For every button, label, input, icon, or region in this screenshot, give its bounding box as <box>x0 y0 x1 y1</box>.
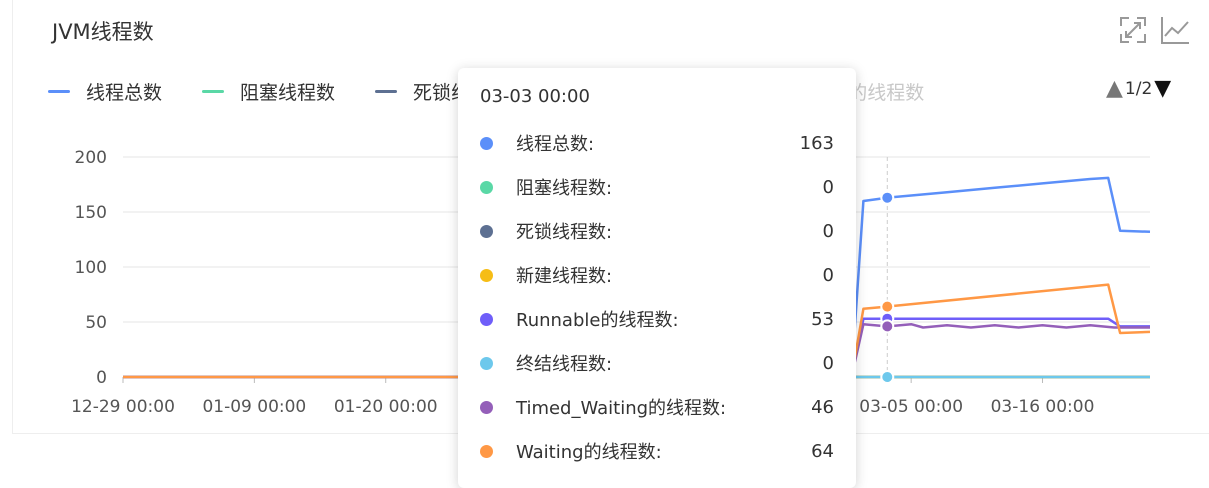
tooltip-series-dot <box>480 444 493 458</box>
tooltip-series-name: 死锁线程数: <box>516 222 613 243</box>
y-tick-label: 100 <box>75 258 107 278</box>
tooltip-row: Timed_Waiting的线程数: 46 <box>480 385 834 429</box>
tooltip-row: 新建线程数: 0 <box>480 253 834 297</box>
crosshair-marker <box>880 370 895 384</box>
tooltip-row: 线程总数: 163 <box>480 121 834 165</box>
tooltip-row: 终结线程数: 0 <box>480 341 834 385</box>
tooltip-series-dot <box>480 268 493 282</box>
tooltip-series-dot <box>480 312 493 326</box>
tooltip-series-value: 46 <box>811 396 834 418</box>
y-tick-label: 150 <box>75 203 107 223</box>
x-tick-label: 01-20 00:00 <box>334 397 438 417</box>
tooltip-series-value: 0 <box>822 352 834 374</box>
crosshair-marker <box>880 319 895 334</box>
tooltip-series-name: Timed_Waiting的线程数: <box>516 398 727 419</box>
x-tick-label: 12-29 00:00 <box>71 397 175 417</box>
tooltip-series-name: Waiting的线程数: <box>516 442 662 463</box>
tooltip-series-dot <box>480 136 493 150</box>
tooltip-series-value: 0 <box>822 264 834 286</box>
crosshair-marker <box>880 190 895 205</box>
tooltip-time: 03-03 00:00 <box>480 86 590 107</box>
tooltip-series-name: 线程总数: <box>516 134 595 155</box>
tooltip-rows: 线程总数: 163 阻塞线程数: 0 死锁线程数: 0 新建线程数: 0 Runnable的线程… <box>480 121 834 473</box>
tooltip-series-value: 64 <box>811 440 834 462</box>
y-tick-label: 200 <box>75 148 107 168</box>
tooltip-series-dot <box>480 400 493 414</box>
y-tick-label: 0 <box>96 368 107 388</box>
tooltip-series-value: 0 <box>822 220 834 242</box>
tooltip-row: 死锁线程数: 0 <box>480 209 834 253</box>
tooltip-series-name: 终结线程数: <box>516 354 613 375</box>
crosshair-marker <box>880 299 895 314</box>
tooltip-series-value: 0 <box>822 176 834 198</box>
tooltip-row: Runnable的线程数: 53 <box>480 297 834 341</box>
tooltip-row: 阻塞线程数: 0 <box>480 165 834 209</box>
tooltip-series-name: 阻塞线程数: <box>516 178 613 199</box>
tooltip-series-dot <box>480 356 493 370</box>
tooltip-series-dot <box>480 224 493 238</box>
x-tick-label: 03-16 00:00 <box>991 397 1095 417</box>
tooltip-series-name: 新建线程数: <box>516 266 613 287</box>
x-tick-label: 01-09 00:00 <box>202 397 306 417</box>
tooltip-series-name: Runnable的线程数: <box>516 310 679 331</box>
tooltip-series-value: 53 <box>811 308 834 330</box>
x-tick-label: 03-05 00:00 <box>859 397 963 417</box>
chart-tooltip: 03-03 00:00 线程总数: 163 阻塞线程数: 0 死锁线程数: 0 新建线程数:… <box>458 68 856 488</box>
tooltip-series-dot <box>480 180 493 194</box>
y-tick-label: 50 <box>85 313 107 333</box>
tooltip-series-value: 163 <box>799 132 834 154</box>
tooltip-row: Waiting的线程数: 64 <box>480 429 834 473</box>
